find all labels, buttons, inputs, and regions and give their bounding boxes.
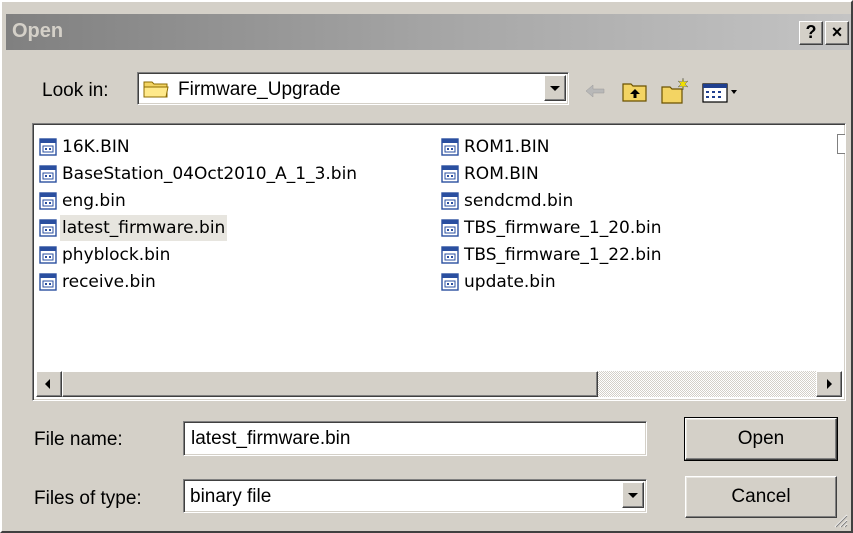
- look-in-value: Firmware_Upgrade: [178, 79, 341, 100]
- file-name: sendcmd.bin: [464, 191, 574, 211]
- horizontal-scrollbar[interactable]: [36, 371, 842, 397]
- file-type-combo[interactable]: binary file: [183, 479, 647, 513]
- file-name-label: File name:: [34, 429, 123, 450]
- cancel-button[interactable]: Cancel: [685, 476, 837, 518]
- file-list[interactable]: 16K.BIN BaseStation_04Oct2010_A_1_3.binen…: [32, 123, 846, 401]
- close-button[interactable]: ×: [825, 21, 849, 45]
- binary-file-icon: [39, 273, 57, 291]
- file-name: update.bin: [464, 272, 556, 292]
- file-type-dropdown-button[interactable]: [622, 482, 644, 508]
- help-button[interactable]: ?: [799, 21, 823, 45]
- folder-icon: [143, 81, 169, 98]
- file-name: latest_firmware.bin: [60, 215, 228, 241]
- back-arrow-icon[interactable]: [580, 76, 610, 106]
- open-dialog: Open ? × Look in: Firmware_Upgrade 16K.B…: [0, 0, 853, 533]
- binary-file-icon: [39, 192, 57, 210]
- file-name: phyblock.bin: [62, 245, 171, 265]
- open-button[interactable]: Open: [684, 417, 838, 461]
- binary-file-icon: [39, 165, 57, 183]
- file-name: eng.bin: [62, 191, 126, 211]
- resize-grip-icon[interactable]: [832, 512, 848, 528]
- binary-file-icon: [441, 219, 459, 237]
- look-in-label: Look in:: [42, 80, 109, 101]
- up-folder-icon[interactable]: [620, 76, 650, 106]
- new-folder-icon[interactable]: [660, 76, 690, 106]
- binary-file-icon: [441, 138, 459, 156]
- file-name: ROM1.BIN: [464, 137, 550, 157]
- partial-column-item: [837, 134, 845, 154]
- binary-file-icon: [441, 273, 459, 291]
- file-name: 16K.BIN: [62, 137, 130, 157]
- title-bar[interactable]: Open ? ×: [6, 14, 851, 50]
- binary-file-icon: [39, 246, 57, 264]
- binary-file-icon: [441, 192, 459, 210]
- scrollbar-thumb[interactable]: [62, 371, 598, 397]
- binary-file-icon: [39, 219, 57, 237]
- file-name: receive.bin: [62, 272, 156, 292]
- binary-file-icon: [441, 246, 459, 264]
- file-name: BaseStation_04Oct2010_A_1_3.bin: [62, 164, 358, 184]
- file-name-input[interactable]: [183, 421, 647, 456]
- window-title: Open: [12, 20, 64, 42]
- binary-file-icon: [39, 138, 57, 156]
- view-menu-icon[interactable]: [700, 76, 742, 106]
- file-name: TBS_firmware_1_22.bin: [464, 245, 662, 265]
- binary-file-icon: [441, 165, 459, 183]
- file-type-label: Files of type:: [34, 488, 142, 509]
- scroll-left-button[interactable]: [36, 371, 62, 397]
- scroll-right-button[interactable]: [816, 371, 842, 397]
- file-name: TBS_firmware_1_20.bin: [464, 218, 662, 238]
- look-in-dropdown-button[interactable]: [544, 75, 566, 101]
- file-name: ROM.BIN: [464, 164, 539, 184]
- look-in-combo[interactable]: Firmware_Upgrade: [137, 72, 569, 105]
- file-type-value: binary file: [190, 486, 272, 507]
